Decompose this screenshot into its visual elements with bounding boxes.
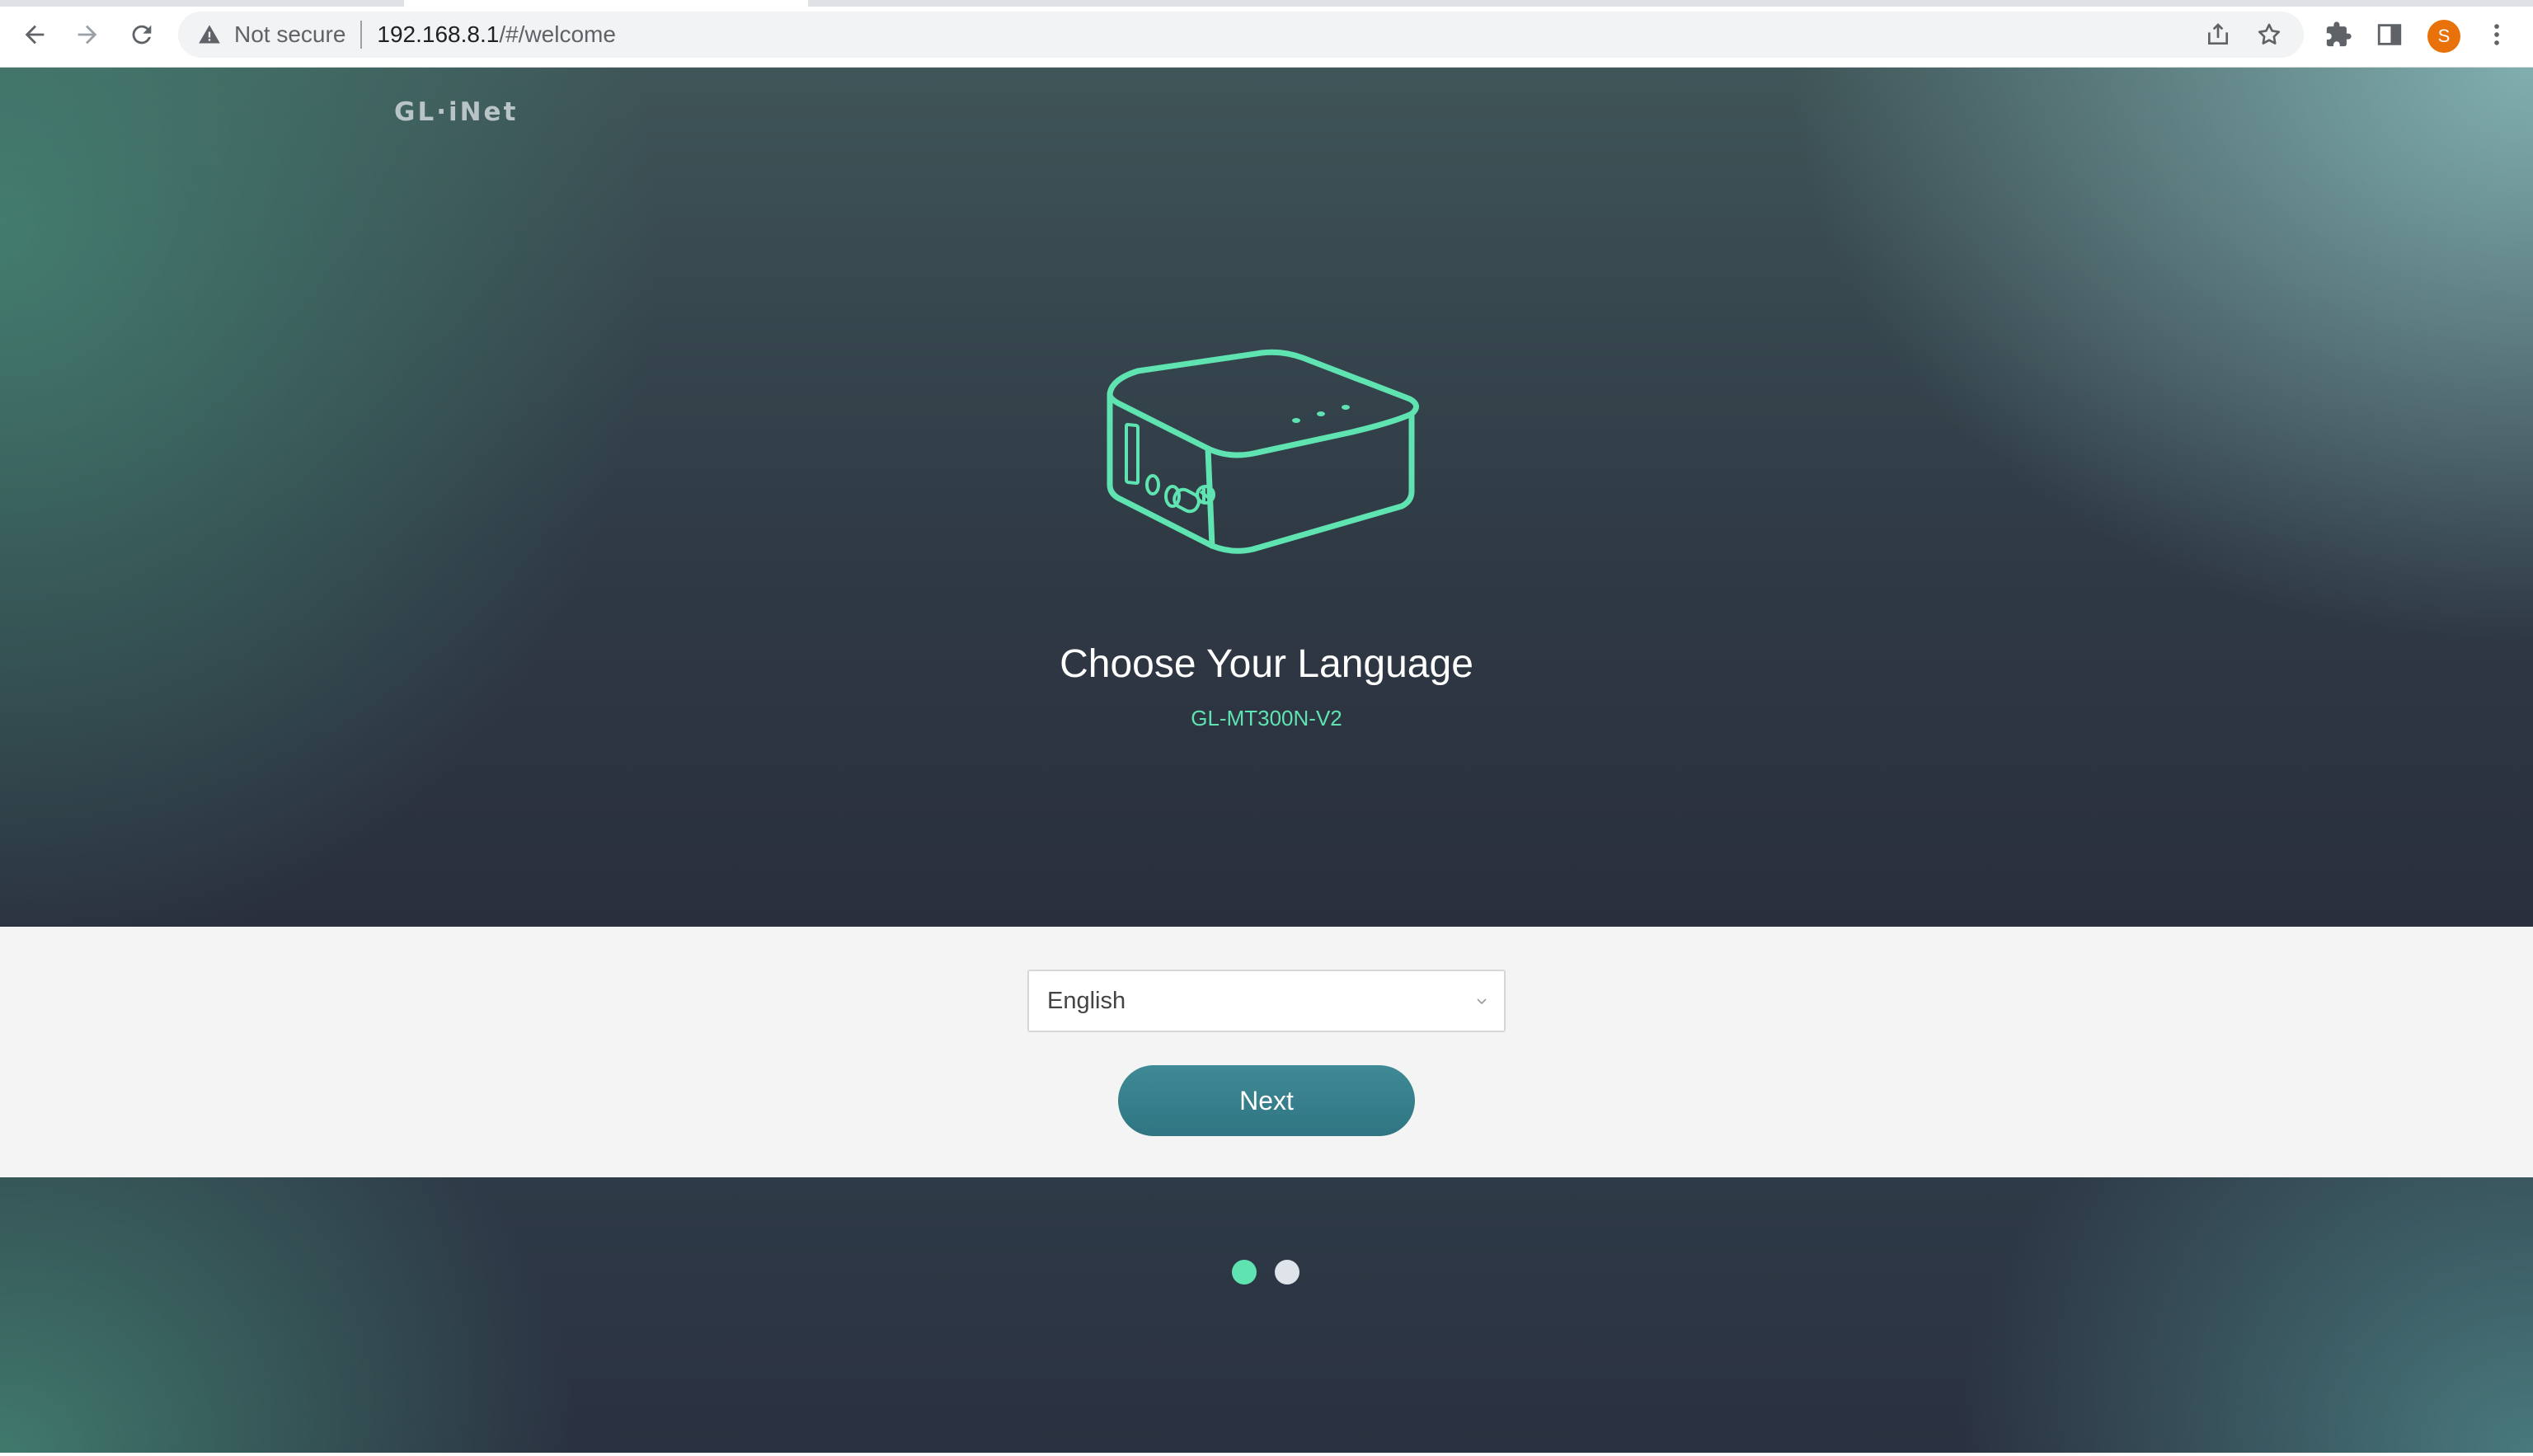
star-icon[interactable] — [2254, 20, 2284, 49]
tab-strip-edge — [808, 0, 2533, 7]
extensions-icon[interactable] — [2322, 18, 2355, 51]
share-icon[interactable] — [2203, 20, 2233, 49]
address-separator — [360, 21, 363, 49]
url-text[interactable]: 192.168.8.1/#/welcome — [377, 21, 616, 48]
back-icon — [25, 25, 45, 45]
wizard-footer — [0, 1177, 2533, 1456]
reload-button[interactable] — [122, 15, 162, 54]
router-illustration — [1107, 349, 1419, 554]
warning-icon[interactable] — [196, 21, 223, 48]
language-select-value: English — [1047, 987, 1126, 1014]
bottom-edge — [0, 1453, 2533, 1456]
side-panel-icon[interactable] — [2373, 18, 2406, 51]
welcome-hero: GL·iNet Choose Your Language GL-MT300N-V… — [0, 68, 2533, 927]
next-button[interactable]: Next — [1118, 1065, 1415, 1136]
reload-icon — [132, 25, 152, 45]
browser-toolbar: Not secure 192.168.8.1/#/welcome S — [0, 0, 2533, 68]
gl-inet-logo: GL·iNet — [394, 97, 519, 127]
language-select[interactable]: English — [1027, 970, 1506, 1032]
device-model: GL-MT300N-V2 — [1191, 706, 1342, 730]
language-panel: English Next — [0, 927, 2533, 1177]
url-host: 192.168.8.1 — [377, 21, 500, 47]
menu-icon[interactable] — [2480, 18, 2513, 51]
profile-avatar[interactable]: S — [2427, 20, 2460, 53]
chevron-down-icon — [1474, 993, 1489, 1008]
step-indicator-dot-1 — [1232, 1260, 1257, 1285]
forward-button[interactable] — [68, 15, 107, 54]
step-indicator-dot-2 — [1275, 1260, 1299, 1285]
url-path: /#/welcome — [499, 21, 616, 47]
security-label[interactable]: Not secure — [234, 21, 345, 48]
page-title: Choose Your Language — [1060, 642, 1473, 686]
tab-strip-edge — [0, 0, 404, 7]
forward-icon — [78, 25, 97, 45]
address-bar[interactable]: Not secure 192.168.8.1/#/welcome — [178, 12, 2304, 58]
back-button[interactable] — [15, 15, 54, 54]
